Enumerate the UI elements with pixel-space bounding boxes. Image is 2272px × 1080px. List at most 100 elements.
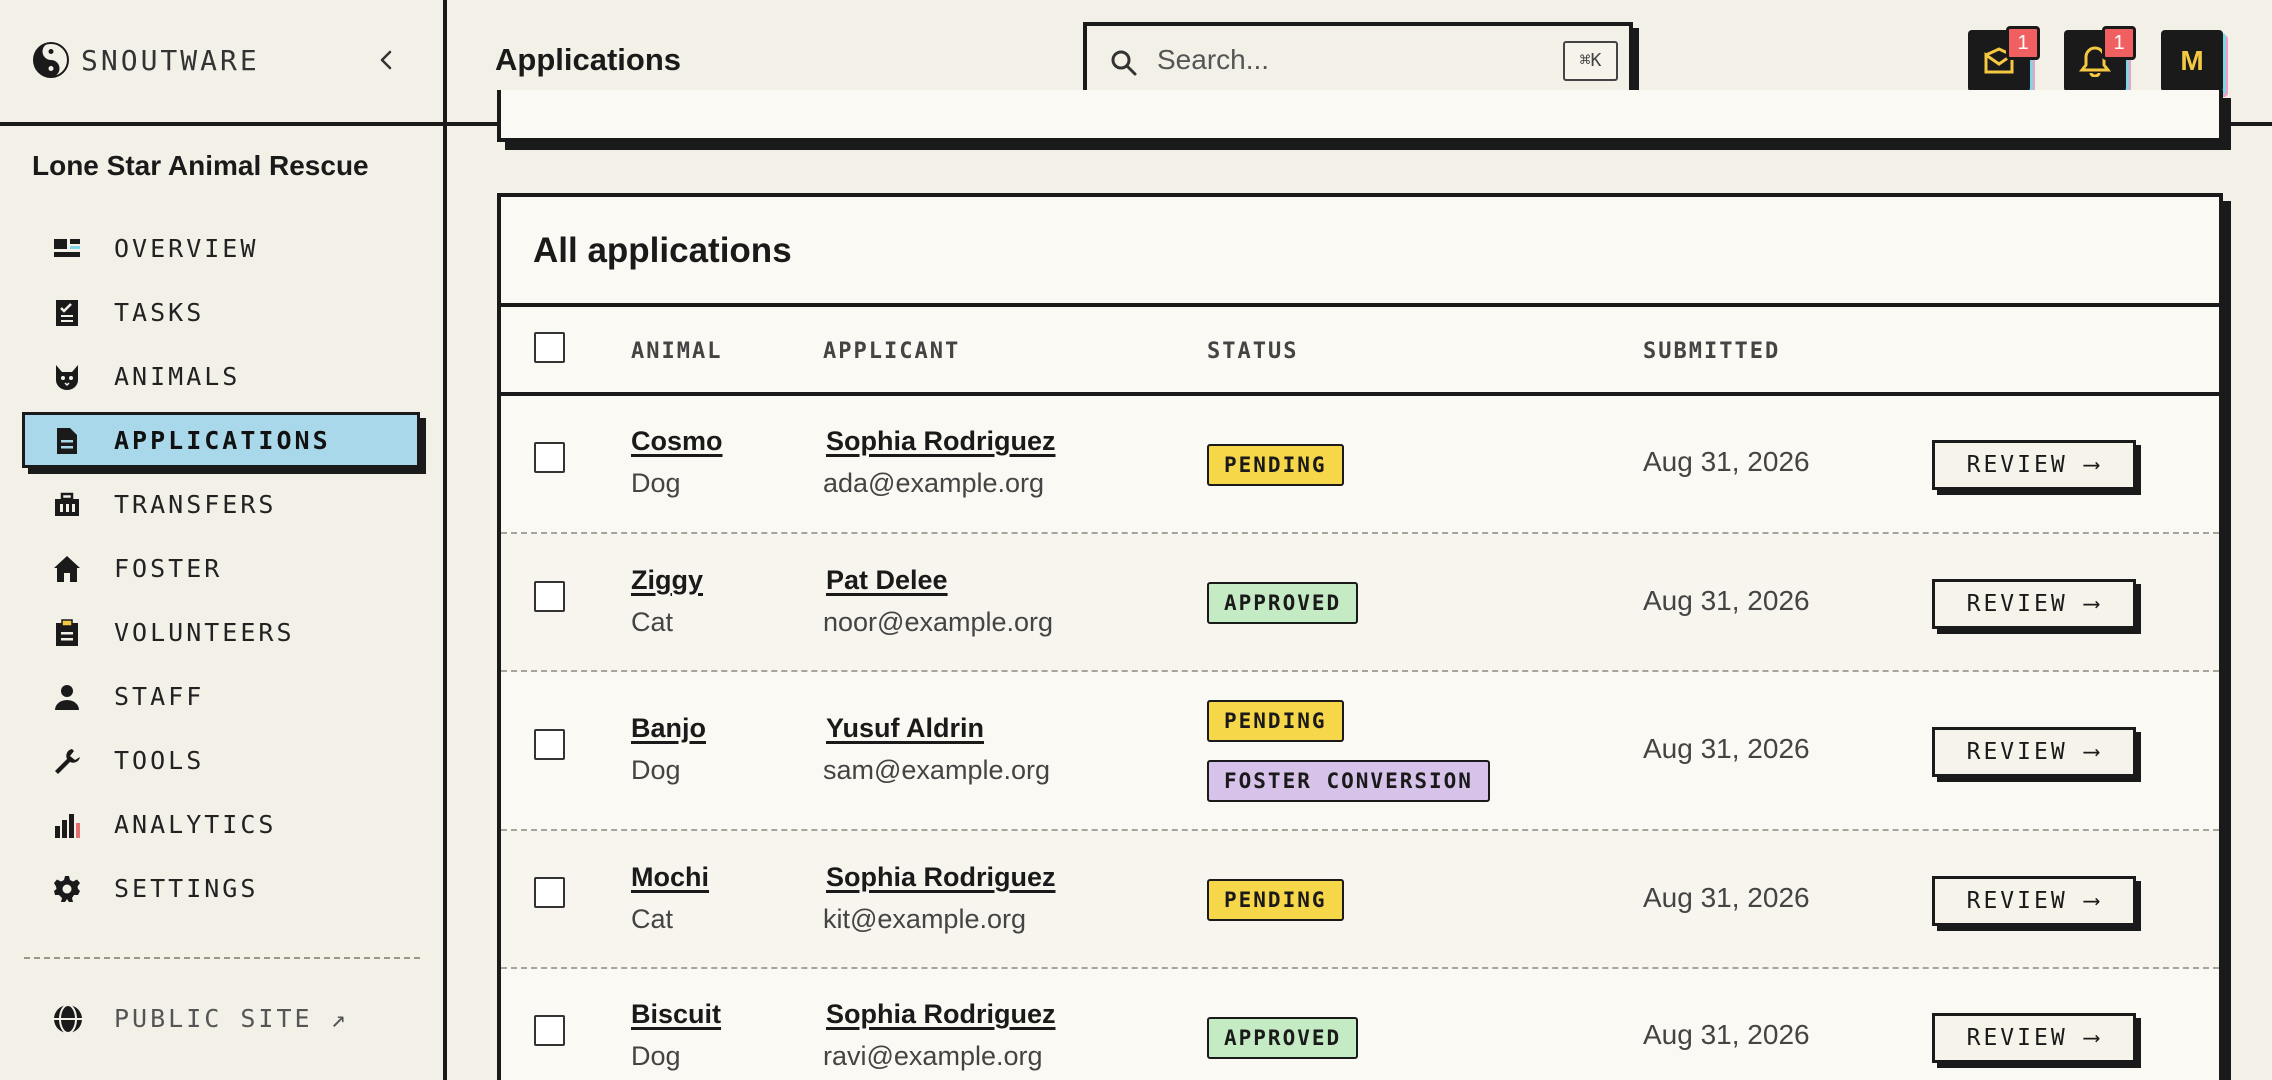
table-row: Ziggy Cat Pat Delee noor@example.org APP… — [501, 534, 2219, 672]
person-icon — [55, 685, 79, 710]
sidebar-item-analytics[interactable]: ANALYTICS — [22, 796, 422, 852]
animal-type: Dog — [631, 755, 681, 785]
status-badge: PENDING — [1207, 879, 1344, 921]
overview-icon — [54, 239, 80, 257]
applicant-email: sam@example.org — [823, 755, 1050, 785]
sidebar-item-label: SETTINGS — [114, 873, 259, 903]
animal-name-link[interactable]: Ziggy — [631, 565, 703, 596]
sidebar-item-tools[interactable]: TOOLS — [22, 732, 422, 788]
notifications-button[interactable]: 1 — [2064, 26, 2136, 92]
sidebar-item-label: STAFF — [114, 681, 205, 711]
review-button[interactable]: REVIEW ⟶ — [1932, 440, 2136, 490]
status-badge-foster-conversion: FOSTER CONVERSION — [1207, 760, 1490, 802]
previous-card-edge — [497, 90, 2223, 142]
column-header-submitted[interactable]: SUBMITTED — [1643, 339, 1780, 364]
sidebar-item-animals[interactable]: ANIMALS — [22, 348, 422, 404]
column-header-status[interactable]: STATUS — [1207, 339, 1298, 364]
transfers-icon — [55, 492, 79, 516]
sidebar-item-foster[interactable]: FOSTER — [22, 540, 422, 596]
home-icon — [54, 556, 80, 582]
animal-name-link[interactable]: Biscuit — [631, 999, 721, 1030]
applicant-email: ravi@example.org — [823, 1041, 1043, 1071]
table-row: Mochi Cat Sophia Rodriguez kit@example.o… — [501, 831, 2219, 969]
wrench-icon — [55, 749, 80, 774]
submitted-date: Aug 31, 2026 — [1643, 585, 1810, 616]
row-checkbox[interactable] — [534, 729, 565, 760]
sidebar-item-label: TASKS — [114, 297, 205, 327]
collapse-sidebar-icon[interactable] — [372, 45, 402, 75]
status-badge: APPROVED — [1207, 582, 1359, 624]
search-input[interactable] — [1157, 40, 1537, 80]
row-checkbox[interactable] — [534, 877, 565, 908]
inbox-count-badge: 1 — [2006, 26, 2040, 60]
status-badge: APPROVED — [1207, 1017, 1359, 1059]
cat-face-icon — [56, 365, 78, 390]
public-site-link[interactable]: PUBLIC SITE ↗ — [22, 990, 422, 1046]
submitted-date: Aug 31, 2026 — [1643, 1019, 1810, 1050]
animal-type: Cat — [631, 904, 674, 934]
applicant-name-link[interactable]: Yusuf Aldrin — [826, 713, 984, 744]
column-header-applicant[interactable]: APPLICANT — [823, 339, 960, 364]
keyboard-shortcut-hint: ⌘K — [1563, 41, 1618, 81]
globe-icon — [54, 1004, 82, 1035]
applicant-email: noor@example.org — [823, 607, 1054, 637]
table-row: Cosmo Dog Sophia Rodriguez ada@example.o… — [501, 396, 2219, 534]
animal-type: Dog — [631, 468, 681, 498]
review-button[interactable]: REVIEW ⟶ — [1932, 579, 2136, 629]
submitted-date: Aug 31, 2026 — [1643, 882, 1810, 913]
animal-type: Dog — [631, 1041, 681, 1071]
sidebar-divider — [24, 957, 420, 959]
search-box[interactable]: ⌘K — [1083, 22, 1633, 99]
sidebar-item-label: TOOLS — [114, 745, 205, 775]
row-checkbox[interactable] — [534, 581, 565, 612]
applicant-email: ada@example.org — [823, 468, 1045, 498]
applicant-name-link[interactable]: Sophia Rodriguez — [826, 999, 1056, 1030]
sidebar-item-transfers[interactable]: TRANSFERS — [22, 476, 422, 532]
card-title: All applications — [533, 231, 792, 270]
search-icon — [1111, 50, 1137, 76]
sidebar-item-label: VOLUNTEERS — [114, 617, 295, 647]
sidebar-item-label: ANALYTICS — [114, 809, 277, 839]
clipboard-icon — [56, 619, 78, 646]
row-checkbox[interactable] — [534, 1015, 565, 1046]
sidebar-item-overview[interactable]: OVERVIEW — [22, 220, 422, 276]
table-header: ANIMAL APPLICANT STATUS SUBMITTED — [501, 303, 2219, 396]
review-button[interactable]: REVIEW ⟶ — [1932, 1013, 2136, 1063]
brand-bar: SNOUTWARE — [0, 0, 443, 126]
row-checkbox[interactable] — [534, 442, 565, 473]
animal-type: Cat — [631, 607, 674, 637]
sidebar-item-staff[interactable]: STAFF — [22, 668, 422, 724]
bar-chart-icon — [55, 814, 80, 838]
sidebar-item-label: APPLICATIONS — [114, 425, 331, 455]
submitted-date: Aug 31, 2026 — [1643, 733, 1810, 764]
snoutware-logo-icon — [33, 42, 69, 78]
submitted-date: Aug 31, 2026 — [1643, 446, 1810, 477]
review-button[interactable]: REVIEW ⟶ — [1932, 876, 2136, 926]
gear-icon — [54, 876, 80, 902]
applicant-name-link[interactable]: Sophia Rodriguez — [826, 426, 1056, 457]
animal-name-link[interactable]: Mochi — [631, 862, 709, 893]
tasks-icon — [56, 300, 78, 326]
animal-name-link[interactable]: Banjo — [631, 713, 706, 744]
select-all-checkbox[interactable] — [534, 332, 565, 363]
table-row: Banjo Dog Yusuf Aldrin sam@example.org P… — [501, 672, 2219, 831]
sidebar-item-applications[interactable]: APPLICATIONS — [22, 412, 420, 468]
sidebar-nav: OVERVIEW TASKS ANIMALS APPLICATIONS TRAN… — [22, 220, 422, 924]
applicant-name-link[interactable]: Sophia Rodriguez — [826, 862, 1056, 893]
sidebar-item-volunteers[interactable]: VOLUNTEERS — [22, 604, 422, 660]
column-header-animal[interactable]: ANIMAL — [631, 339, 722, 364]
sidebar-item-tasks[interactable]: TASKS — [22, 284, 422, 340]
inbox-button[interactable]: 1 — [1968, 26, 2040, 92]
animal-name-link[interactable]: Cosmo — [631, 426, 723, 457]
sidebar-item-settings[interactable]: SETTINGS — [22, 860, 422, 916]
table-row: Biscuit Dog Sophia Rodriguez ravi@exampl… — [501, 969, 2219, 1080]
applicant-name-link[interactable]: Pat Delee — [826, 565, 948, 596]
status-badge: PENDING — [1207, 444, 1344, 486]
sidebar-item-label: TRANSFERS — [114, 489, 277, 519]
notifications-count-badge: 1 — [2102, 26, 2136, 60]
page-title: Applications — [495, 42, 682, 77]
review-button[interactable]: REVIEW ⟶ — [1932, 727, 2136, 777]
user-avatar[interactable]: M — [2161, 30, 2223, 92]
sidebar-item-label: OVERVIEW — [114, 233, 259, 263]
sidebar-item-label: FOSTER — [114, 553, 223, 583]
